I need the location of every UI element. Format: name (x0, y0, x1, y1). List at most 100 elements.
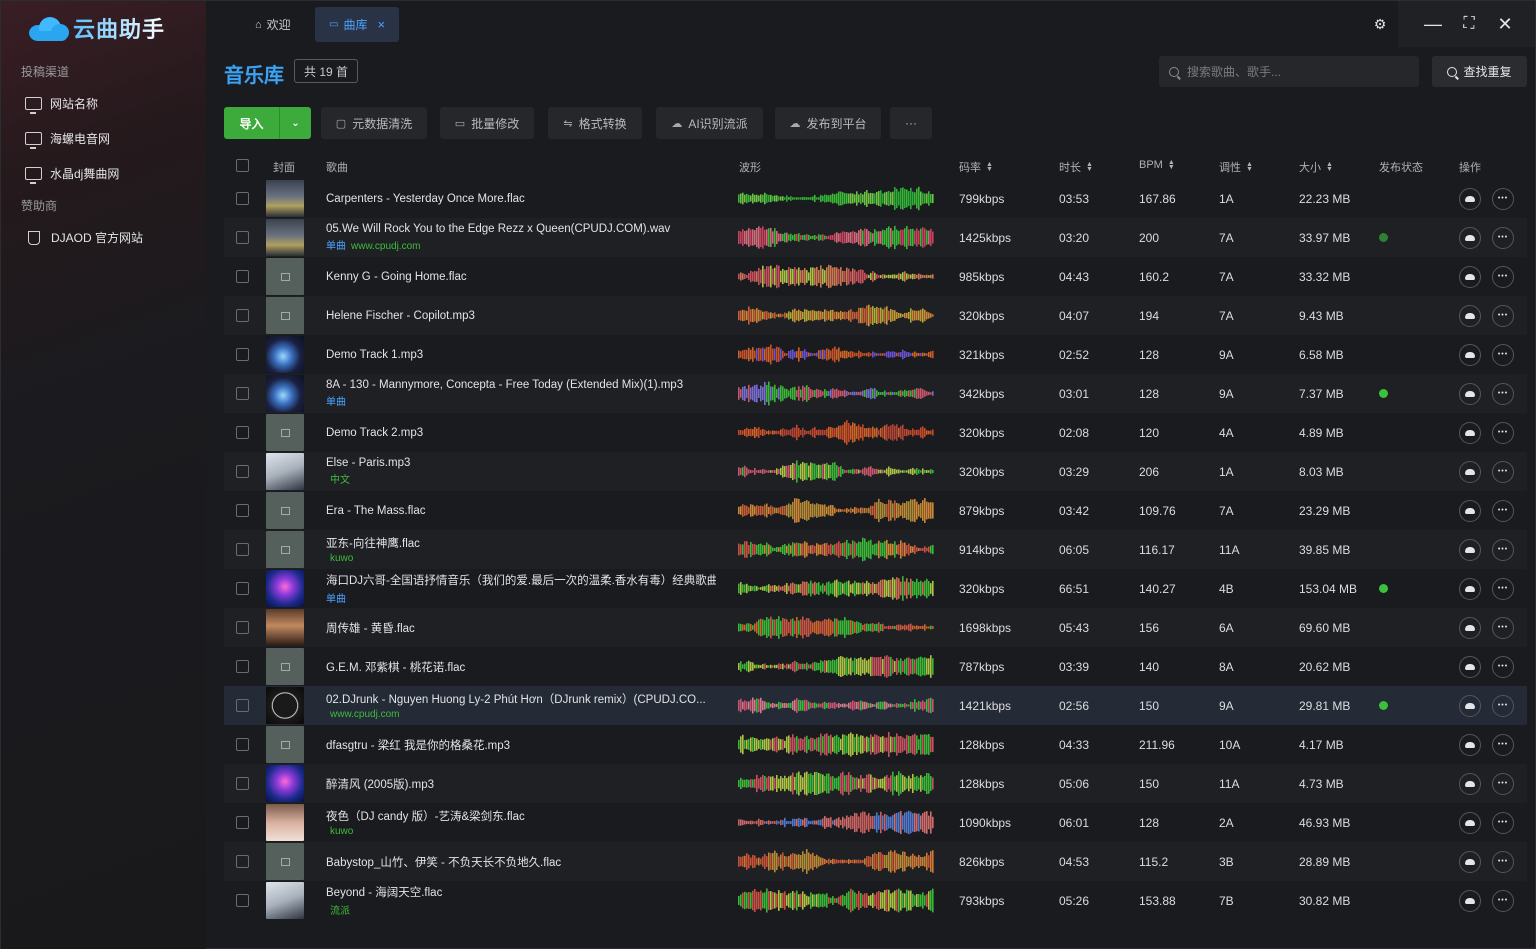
cloud-upload-icon[interactable] (1459, 811, 1481, 834)
cloud-upload-icon[interactable] (1459, 382, 1481, 405)
row-checkbox[interactable] (236, 452, 249, 491)
cloud-upload-icon[interactable] (1459, 889, 1481, 912)
more-options-icon[interactable]: ••• (1492, 772, 1514, 795)
waveform[interactable] (738, 263, 936, 290)
search-input[interactable] (1187, 64, 1407, 79)
cloud-upload-icon[interactable] (1459, 226, 1481, 249)
column-header-bpm[interactable]: BPM ▲ ▼ (1139, 159, 1175, 171)
column-header-size[interactable]: 大小 ▲ ▼ (1299, 159, 1333, 175)
more-options-icon[interactable]: ••• (1492, 577, 1514, 600)
waveform[interactable] (738, 887, 936, 914)
minimize-button[interactable]: — (1415, 7, 1451, 41)
toolbar-document-button[interactable]: ▢ 元数据清洗 (321, 107, 427, 139)
sidebar-item-channel-1[interactable]: 网站名称 (25, 95, 98, 114)
row-checkbox[interactable] (236, 608, 249, 647)
row-checkbox[interactable] (236, 335, 249, 374)
more-options-icon[interactable]: ••• (1492, 382, 1514, 405)
waveform[interactable] (738, 614, 936, 641)
sidebar-item-channel-2[interactable]: 海螺电音网 (25, 130, 110, 149)
settings-button[interactable]: ⚙ (1362, 7, 1398, 41)
row-checkbox[interactable] (236, 491, 249, 530)
waveform[interactable] (738, 419, 936, 446)
row-checkbox[interactable] (236, 647, 249, 686)
tab-welcome[interactable]: ⌂ 欢迎 (241, 7, 305, 42)
cloud-upload-icon[interactable] (1459, 499, 1481, 522)
row-checkbox[interactable] (236, 413, 249, 452)
table-row[interactable]: 周传雄 - 黄昏.flac 1698kbps 05:43 156 6A 69.60 MB •… (224, 608, 1527, 647)
waveform[interactable] (738, 536, 936, 563)
row-checkbox[interactable] (236, 803, 249, 842)
waveform[interactable] (738, 809, 936, 836)
more-options-icon[interactable]: ••• (1492, 265, 1514, 288)
row-checkbox[interactable] (236, 725, 249, 764)
row-checkbox[interactable] (236, 569, 249, 608)
toolbar-cloud-button[interactable]: ☁ AI识别流派 (656, 107, 763, 139)
waveform[interactable] (738, 848, 936, 875)
more-options-icon[interactable]: ••• (1492, 889, 1514, 912)
waveform[interactable] (738, 575, 936, 602)
waveform[interactable] (738, 302, 936, 329)
cloud-upload-icon[interactable] (1459, 421, 1481, 444)
tab-library[interactable]: ▭ 曲库 × (315, 7, 400, 42)
maximize-button[interactable]: ⛶ (1451, 7, 1487, 41)
row-checkbox[interactable] (236, 881, 249, 920)
table-row[interactable]: Beyond - 海阔天空.flac 流派 793kbps 05:26 153.88 7B… (224, 881, 1527, 920)
row-checkbox[interactable] (236, 530, 249, 569)
table-row[interactable]: Babystop_山竹、伊笑 - 不负天长不负地久.flac 826kbps 04:… (224, 842, 1527, 881)
more-options-icon[interactable]: ••• (1492, 538, 1514, 561)
table-row[interactable]: 夜色（DJ candy 版）-艺涛&梁剑东.flac kuwo 1090kbps 06… (224, 803, 1527, 842)
column-header-bitrate[interactable]: 码率 ▲ ▼ (959, 159, 993, 175)
waveform[interactable] (738, 341, 936, 368)
table-row[interactable]: Demo Track 1.mp3 321kbps 02:52 128 9A 6.58 MB… (224, 335, 1527, 374)
table-row[interactable]: Helene Fischer - Copilot.mp3 320kbps 04:07… (224, 296, 1527, 335)
table-row[interactable]: 海口DJ六哥-全国语抒情音乐（我们的爱.最后一次的温柔.香水有毒）经典歌曲...… (224, 569, 1527, 608)
table-row[interactable]: Era - The Mass.flac 879kbps 03:42 109.76 7A 2… (224, 491, 1527, 530)
more-options-icon[interactable]: ••• (1492, 850, 1514, 873)
chevron-down-icon[interactable]: ⌄ (280, 107, 311, 139)
table-row[interactable]: Else - Paris.mp3 中文 320kbps 03:29 206 1A 8.03 … (224, 452, 1527, 491)
waveform[interactable] (738, 497, 936, 524)
sidebar-item-sponsor-djaod[interactable]: DJAOD 官方网站 (25, 229, 143, 246)
waveform[interactable] (738, 458, 936, 485)
row-checkbox[interactable] (236, 296, 249, 335)
column-header-key[interactable]: 调性 ▲ ▼ (1219, 159, 1253, 175)
find-duplicates-button[interactable]: 查找重复 (1432, 56, 1527, 87)
more-options-icon[interactable]: ••• (1492, 733, 1514, 756)
row-checkbox[interactable] (236, 257, 249, 296)
cloud-upload-icon[interactable] (1459, 265, 1481, 288)
close-tab-icon[interactable]: × (377, 17, 385, 32)
select-all-checkbox[interactable] (236, 159, 249, 172)
more-options-icon[interactable]: ••• (1492, 460, 1514, 483)
table-row[interactable]: 醉清风 (2005版).mp3 128kbps 05:06 150 11A 4.73 MB… (224, 764, 1527, 803)
row-checkbox[interactable] (236, 764, 249, 803)
table-row[interactable]: Carpenters - Yesterday Once More.flac 799… (224, 179, 1527, 218)
waveform[interactable] (738, 380, 936, 407)
table-row[interactable]: dfasgtru - 梁红 我是你的格桑花.mp3 128kbps 04:33 211… (224, 725, 1527, 764)
more-options-icon[interactable]: ••• (1492, 499, 1514, 522)
table-row[interactable]: 05.We Will Rock You to the Edge Rezz x Q… (224, 218, 1527, 257)
waveform[interactable] (738, 653, 936, 680)
cloud-upload-icon[interactable] (1459, 577, 1481, 600)
table-row[interactable]: G.E.M. 邓紫棋 - 桃花诺.flac 787kbps 03:39 140 8A 20… (224, 647, 1527, 686)
toolbar-convert-button[interactable]: ⇋ 格式转换 (548, 107, 642, 139)
cloud-upload-icon[interactable] (1459, 655, 1481, 678)
row-checkbox[interactable] (236, 842, 249, 881)
search-box[interactable] (1159, 56, 1419, 87)
cloud-upload-icon[interactable] (1459, 187, 1481, 210)
waveform[interactable] (738, 692, 936, 719)
waveform[interactable] (738, 770, 936, 797)
more-options-icon[interactable]: ••• (1492, 694, 1514, 717)
row-checkbox[interactable] (236, 218, 249, 257)
more-options-icon[interactable]: ••• (1492, 187, 1514, 210)
row-checkbox[interactable] (236, 179, 249, 218)
row-checkbox[interactable] (236, 686, 249, 725)
cloud-upload-icon[interactable] (1459, 850, 1481, 873)
cloud-upload-icon[interactable] (1459, 343, 1481, 366)
row-checkbox[interactable] (236, 374, 249, 413)
sidebar-item-channel-3[interactable]: 水晶dj舞曲网 (25, 165, 119, 184)
cloud-upload-icon[interactable] (1459, 694, 1481, 717)
column-header-duration[interactable]: 时长 ▲ ▼ (1059, 159, 1093, 175)
cloud-upload-icon[interactable] (1459, 304, 1481, 327)
more-options-icon[interactable]: ••• (1492, 811, 1514, 834)
toolbar-more-button[interactable]: ··· (890, 107, 932, 139)
